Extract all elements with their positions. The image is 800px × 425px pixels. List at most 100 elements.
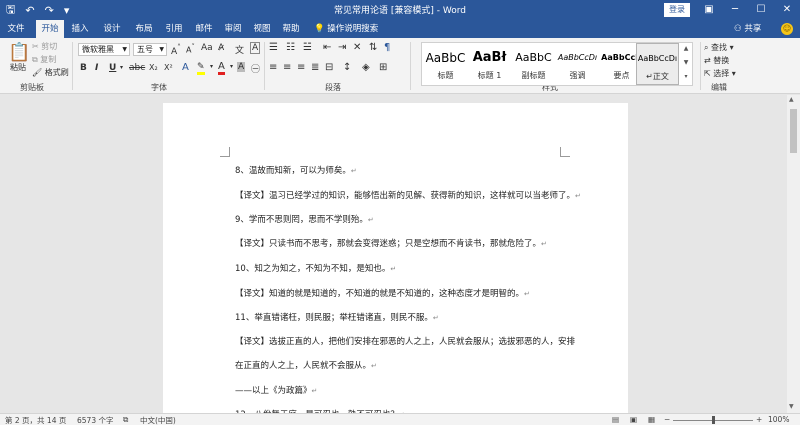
tab-references[interactable]: 引用 xyxy=(160,20,188,38)
tab-home[interactable]: 开始 xyxy=(36,20,64,38)
paragraph[interactable]: 8、温故而知新，可以为师矣。↵ xyxy=(235,164,357,176)
close-icon[interactable]: ✕ xyxy=(774,0,800,20)
word-count[interactable]: 6573 个字 xyxy=(77,415,113,425)
ribbon-display-options-icon[interactable]: ▣ xyxy=(696,0,722,20)
increase-indent-icon[interactable]: ⇥ xyxy=(338,42,346,53)
font-color-icon[interactable]: A xyxy=(218,62,225,75)
style-heading1[interactable]: AaBł 标题 1 xyxy=(468,43,511,85)
print-layout-icon[interactable]: ▣ xyxy=(630,415,637,424)
tab-layout[interactable]: 布局 xyxy=(130,20,158,38)
bold-icon[interactable]: B xyxy=(80,63,87,73)
minimize-icon[interactable]: ─ xyxy=(722,0,748,20)
decrease-indent-icon[interactable]: ⇤ xyxy=(323,42,331,53)
scroll-thumb[interactable] xyxy=(790,109,797,153)
chevron-down-icon[interactable]: ▾ xyxy=(210,63,213,70)
style-title[interactable]: AaBbC 标题 xyxy=(424,43,467,85)
bullets-icon[interactable]: ☰ xyxy=(269,42,278,53)
change-case-icon[interactable]: Aa xyxy=(201,43,213,53)
distributed-icon[interactable]: ⊟ xyxy=(325,62,333,73)
more-styles-icon[interactable]: ▾ xyxy=(679,70,693,84)
paste-button[interactable]: 粘贴 xyxy=(10,62,26,73)
tell-me-search[interactable]: 💡 操作说明搜索 xyxy=(314,20,378,38)
find-button[interactable]: ⌕ 查找 ▾ xyxy=(704,42,734,53)
enclosed-character-icon[interactable]: ㊀ xyxy=(251,62,260,75)
feedback-smile-icon[interactable]: ☺ xyxy=(781,23,793,35)
web-layout-icon[interactable]: ▦ xyxy=(648,415,655,424)
copy-button[interactable]: ⧉ 复制 xyxy=(32,54,56,65)
line-spacing-icon[interactable]: ↕ xyxy=(343,62,351,73)
subscript-icon[interactable]: X₂ xyxy=(149,63,158,72)
tab-view[interactable]: 视图 xyxy=(248,20,276,38)
text-effects-icon[interactable]: A xyxy=(182,62,189,73)
character-shading-icon[interactable]: A xyxy=(237,62,246,72)
paragraph[interactable]: 9、学而不思则罔，思而不学则殆。↵ xyxy=(235,213,374,225)
paragraph[interactable]: 【译文】只读书而不思考，那就会变得迷惑；只是空想而不肯读书，那就危险了。↵ xyxy=(235,237,547,249)
document-page[interactable]: 8、温故而知新，可以为师矣。↵ 【译文】温习已经学过的知识，能够悟出新的见解、获… xyxy=(163,103,628,423)
italic-icon[interactable]: I xyxy=(95,63,98,73)
zoom-slider-thumb[interactable] xyxy=(712,416,715,424)
clear-formatting-icon[interactable]: A̷ xyxy=(218,43,224,53)
language[interactable]: 中文(中国) xyxy=(140,415,176,425)
tab-review[interactable]: 审阅 xyxy=(219,20,247,38)
sort-icon[interactable]: ⇅ xyxy=(369,42,377,53)
tab-insert[interactable]: 插入 xyxy=(66,20,94,38)
character-border-icon[interactable]: A xyxy=(250,42,261,54)
replace-button[interactable]: ⇄ 替换 xyxy=(704,55,729,66)
font-name-combo[interactable]: 微软雅黑 ▼ xyxy=(78,43,130,56)
scroll-up-icon[interactable]: ▲ xyxy=(789,96,794,103)
paragraph[interactable]: 【译文】温习已经学过的知识，能够悟出新的见解、获得新的知识，这样就可以当老师了。… xyxy=(235,189,581,201)
chinese-layout-icon[interactable]: ✕ xyxy=(353,42,361,53)
align-left-icon[interactable]: ≡ xyxy=(269,62,277,73)
proofing-icon[interactable]: ⧉ xyxy=(123,415,128,425)
chevron-down-icon[interactable]: ▾ xyxy=(120,64,123,71)
grow-font-icon[interactable]: A˄ xyxy=(171,43,181,57)
paragraph[interactable]: 【译文】选拔正直的人，把他们安排在邪恶的人之上，人民就会服从；选拔邪恶的人，安排 xyxy=(235,335,575,347)
chevron-up-icon[interactable]: ▲ xyxy=(679,42,693,56)
paragraph[interactable]: 11、举直错诸枉，则民服；举枉错诸直，则民不服。↵ xyxy=(235,311,439,323)
paragraph[interactable]: ——以上《为政篇》↵ xyxy=(235,384,317,396)
vertical-scrollbar[interactable]: ▲ ▼ xyxy=(787,95,800,413)
underline-icon[interactable]: U xyxy=(109,63,116,73)
align-center-icon[interactable]: ≡ xyxy=(283,62,291,73)
login-button[interactable]: 登录 xyxy=(664,3,690,17)
style-normal[interactable]: AaBbCcDı ↵正文 xyxy=(636,43,679,85)
zoom-out-icon[interactable]: − xyxy=(664,415,670,424)
font-size-combo[interactable]: 五号 ▼ xyxy=(133,43,167,56)
read-mode-icon[interactable]: ▤ xyxy=(612,415,619,424)
share-button[interactable]: ⚇ 共享 xyxy=(734,20,761,38)
paragraph[interactable]: 在正直的人之上，人民就不会服从。↵ xyxy=(235,359,377,371)
zoom-level[interactable]: 100% xyxy=(768,415,789,424)
align-right-icon[interactable]: ≡ xyxy=(297,62,305,73)
tab-design[interactable]: 设计 xyxy=(98,20,126,38)
shading-icon[interactable]: ◈ xyxy=(362,62,370,73)
select-button[interactable]: ⇱ 选择 ▾ xyxy=(704,68,736,79)
superscript-icon[interactable]: X² xyxy=(164,63,173,72)
styles-scroll[interactable]: ▲ ▼ ▾ xyxy=(679,42,693,86)
strikethrough-icon[interactable]: abc xyxy=(129,63,145,73)
tab-mailings[interactable]: 邮件 xyxy=(190,20,218,38)
zoom-in-icon[interactable]: + xyxy=(756,415,762,424)
numbering-icon[interactable]: ☷ xyxy=(286,42,295,53)
paste-icon[interactable]: 📋 xyxy=(8,42,30,63)
chevron-down-icon[interactable]: ▼ xyxy=(679,56,693,70)
page-count[interactable]: 第 2 页，共 14 页 xyxy=(5,415,66,425)
justify-icon[interactable]: ≣ xyxy=(311,62,319,73)
chevron-down-icon[interactable]: ▾ xyxy=(230,63,233,70)
style-emphasis[interactable]: AaBbCcDı 强调 xyxy=(556,43,599,85)
tab-file[interactable]: 文件 xyxy=(2,20,30,38)
borders-icon[interactable]: ⊞ xyxy=(379,62,387,73)
shrink-font-icon[interactable]: A˅ xyxy=(186,43,195,55)
style-subtitle[interactable]: AaBbC 副标题 xyxy=(512,43,555,85)
paragraph[interactable]: 【译文】知道的就是知道的，不知道的就是不知道的，这种态度才是明智的。↵ xyxy=(235,287,530,299)
multilevel-list-icon[interactable]: ☱ xyxy=(303,42,312,53)
paragraph[interactable]: 10、知之为知之，不知为不知，是知也。↵ xyxy=(235,262,396,274)
highlight-icon[interactable]: ✎ xyxy=(197,62,205,75)
show-formatting-marks-icon[interactable]: ¶ xyxy=(384,42,390,53)
format-painter-button[interactable]: 🖌 格式刷 xyxy=(32,67,69,78)
maximize-icon[interactable]: ☐ xyxy=(748,0,774,20)
tab-help[interactable]: 帮助 xyxy=(277,20,305,38)
replace-icon: ⇄ xyxy=(704,56,711,65)
cut-button[interactable]: ✂ 剪切 xyxy=(32,41,57,52)
scroll-down-icon[interactable]: ▼ xyxy=(789,403,794,410)
phonetic-guide-icon[interactable]: 文 xyxy=(235,43,244,56)
